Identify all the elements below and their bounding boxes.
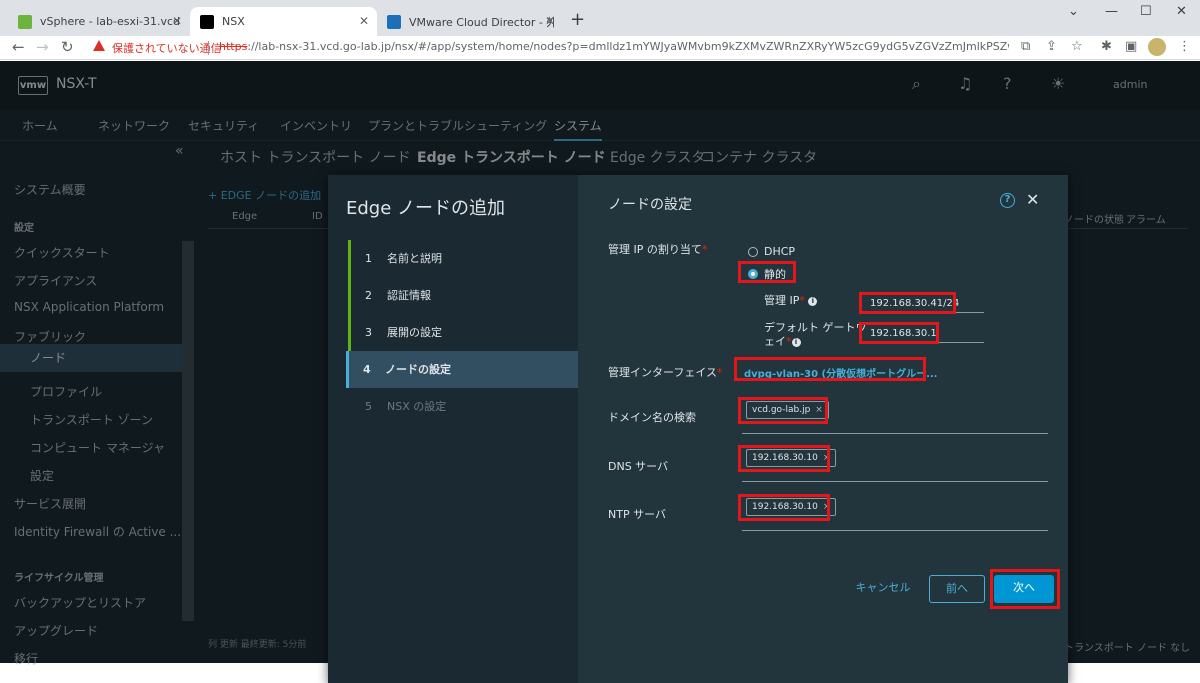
radio-label: DHCP [764,245,796,258]
highlight-box [859,322,939,344]
radio-dhcp[interactable]: DHCP [748,245,795,258]
radio-circle [748,246,758,257]
highlight-box [859,292,956,314]
cancel-button[interactable]: キャンセル [848,575,918,603]
step-label: 認証情報 [387,289,431,302]
extensions-icon[interactable]: ✱ [1101,39,1112,54]
profile-avatar[interactable] [1148,38,1166,56]
highlight-box [990,569,1060,609]
vcd-favicon-icon [387,14,401,29]
highlight-box [738,445,830,472]
tab-search-icon[interactable]: ⌄ [1068,4,1079,19]
gateway-label: デフォルト ゲートウ ェイ* i [764,321,867,348]
highlight-box [738,397,828,424]
wizard-steps-panel: Edge ノードの追加 1 名前と説明 2 認証情報 3 展開の設定 4 ノードの設定 … [328,175,578,683]
browser-tab-bar: vSphere - lab-esxi-31.vcd.go-lab ✕ NSX ✕… [0,0,1200,36]
browser-toolbar: ← → ↻ 保護されていない通信 https://lab-nsx-31.vcd.… [0,36,1200,60]
browser-tab-nsx[interactable]: NSX ✕ [190,7,377,36]
browser-tab-vsphere[interactable]: vSphere - lab-esxi-31.vcd.go-lab ✕ [8,7,190,36]
translate-icon[interactable]: ⧉ [1021,39,1030,54]
bookmark-star-icon[interactable]: ☆ [1071,39,1083,54]
back-button[interactable]: 前へ [929,575,985,603]
close-icon[interactable]: ✕ [1026,190,1039,209]
step-number: 5 [365,400,372,413]
step-label: ノードの設定 [385,363,451,376]
info-icon[interactable]: i [808,297,818,306]
share-icon[interactable]: ⇪ [1046,39,1057,54]
highlight-box [734,357,926,381]
mgmt-interface-label: 管理インターフェイス* [608,366,723,379]
label-text: 管理 IP [764,294,800,307]
label-text: デフォルト ゲートウ [764,321,867,334]
new-tab-icon[interactable]: + [570,9,585,30]
wizard-step-4[interactable]: 4 ノードの設定 [346,351,578,388]
label-text: ェイ [764,335,786,348]
mgmt-ip-assignment-label: 管理 IP の割り当て* [608,243,708,256]
label-text: 管理 IP の割り当て [608,243,702,256]
window-close-icon[interactable]: ✕ [1176,4,1187,19]
domain-search-label: ドメイン名の検索 [608,411,696,424]
highlight-box [738,261,796,283]
warning-icon [93,40,105,51]
step-number: 2 [365,289,372,302]
close-tab-icon[interactable]: ✕ [172,14,182,28]
info-icon[interactable]: i [791,338,801,347]
ntp-server-label: NTP サーバ [608,508,666,521]
wizard-step-5[interactable]: 5 NSX の設定 [348,388,578,425]
help-icon[interactable]: ? [1000,193,1015,208]
forward-icon[interactable]: → [36,38,49,56]
menu-kebab-icon[interactable]: ⋮ [1178,39,1191,54]
minimize-icon[interactable]: — [1105,4,1118,19]
step-number: 1 [365,252,372,265]
security-warning[interactable]: 保護されていない通信 [112,40,222,56]
address-bar[interactable]: https://lab-nsx-31.vcd.go-lab.jp/nsx/#/a… [219,40,1009,53]
back-icon[interactable]: ← [12,38,25,56]
tab-title: NSX [222,15,245,28]
wizard-step-1[interactable]: 1 名前と説明 [348,240,578,277]
dns-server-label: DNS サーバ [608,460,669,473]
nsx-app: vmw NSX-T ⌕ ♫ ? ☀ admin ホーム ネットワーク セキュリテ… [0,61,1200,683]
wizard-step-2[interactable]: 2 認証情報 [348,277,578,314]
step-label: 名前と説明 [387,252,442,265]
tab-title: VMware Cloud Director - 外部ネ [409,15,554,29]
label-text: 管理インターフェイス [608,366,718,379]
close-tab-icon[interactable]: ✕ [359,14,369,28]
browser-tab-vcd[interactable]: VMware Cloud Director - 外部ネ ✕ [377,7,563,36]
section-title: ノードの設定 [608,197,692,213]
wizard-step-3[interactable]: 3 展開の設定 [348,314,578,351]
highlight-box [738,494,830,521]
vsphere-favicon-icon [18,14,32,29]
url-scheme: https [219,40,248,53]
modal-title: Edge ノードの追加 [346,198,506,219]
nsx-favicon-icon [200,14,214,29]
mgmt-ip-label: 管理 IP* i [764,292,818,308]
step-label: NSX の設定 [387,400,447,413]
close-tab-icon[interactable]: ✕ [545,14,555,28]
url-text: ://lab-nsx-31.vcd.go-lab.jp/nsx/#/app/sy… [247,40,1009,53]
step-number: 4 [363,363,371,376]
maximize-icon[interactable]: ☐ [1140,4,1152,19]
reload-icon[interactable]: ↻ [61,38,74,56]
url-divider [208,41,209,55]
tab-title: vSphere - lab-esxi-31.vcd.go-lab [40,15,180,28]
step-label: 展開の設定 [387,326,442,339]
add-edge-node-modal: Edge ノードの追加 1 名前と説明 2 認証情報 3 展開の設定 4 ノードの設定 … [328,175,1068,683]
step-number: 3 [365,326,372,339]
sidepanel-icon[interactable]: ▣ [1125,39,1137,54]
